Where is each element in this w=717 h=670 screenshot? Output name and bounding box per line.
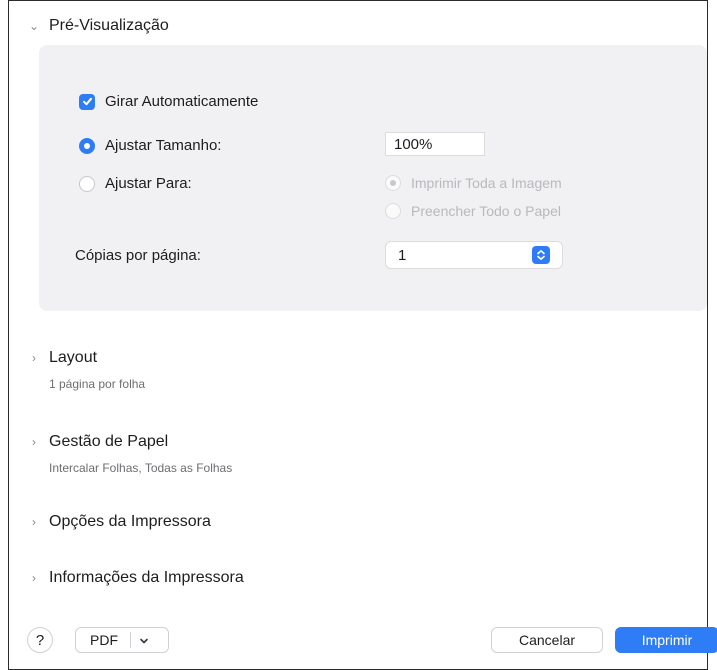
section-header-layout[interactable]: › Layout (27, 349, 97, 367)
section-subtitle-paper-handling: Intercalar Folhas, Todas as Folhas (49, 461, 233, 475)
radio-disabled-icon (385, 203, 401, 219)
radio-unselected-icon (79, 175, 95, 192)
chevron-down-icon (139, 632, 149, 648)
copies-per-page-label: Cópias por página: (75, 247, 201, 264)
scale-percent-input[interactable]: 100% (385, 132, 485, 156)
section-title-layout: Layout (49, 349, 98, 366)
checkmark-icon (79, 93, 95, 110)
chevron-right-icon: › (32, 435, 36, 449)
auto-rotate-label: Girar Automaticamente (105, 93, 259, 110)
section-title-printer-options: Opções da Impressora (49, 513, 211, 530)
section-title-paper-handling: Gestão de Papel (49, 433, 169, 450)
section-header-preview[interactable]: ⌄ Pré-Visualização (27, 17, 169, 35)
print-dialog: ⌄ Pré-Visualização Girar Automaticamente… (8, 0, 717, 670)
radio-selected-icon (79, 137, 95, 154)
chevron-down-icon: ⌄ (28, 19, 40, 33)
pdf-menu-button[interactable]: PDF (75, 627, 169, 653)
print-button[interactable]: Imprimir (615, 627, 717, 653)
copies-per-page-select[interactable]: 1 (385, 241, 563, 269)
divider (130, 632, 131, 648)
print-entire-image-label: Imprimir Toda a Imagem (411, 175, 562, 191)
print-entire-image-radio[interactable]: Imprimir Toda a Imagem (385, 175, 562, 191)
section-header-printer-options[interactable]: › Opções da Impressora (27, 513, 211, 531)
fit-to-label: Ajustar Para: (105, 175, 192, 192)
fit-size-label: Ajustar Tamanho: (105, 137, 222, 154)
chevron-right-icon: › (32, 351, 36, 365)
fit-size-radio[interactable]: Ajustar Tamanho: (79, 137, 221, 154)
section-title-printer-info: Informações da Impressora (49, 569, 244, 586)
auto-rotate-checkbox[interactable]: Girar Automaticamente (79, 93, 258, 110)
chevron-right-icon: › (32, 571, 36, 585)
chevron-right-icon: › (32, 515, 36, 529)
radio-disabled-selected-icon (385, 175, 401, 191)
section-subtitle-layout: 1 página por folha (49, 377, 146, 391)
fit-to-radio[interactable]: Ajustar Para: (79, 175, 192, 192)
section-title-preview: Pré-Visualização (49, 17, 169, 34)
help-button[interactable]: ? (27, 627, 53, 653)
pdf-label: PDF (90, 632, 118, 648)
copies-per-page-value: 1 (398, 246, 407, 264)
fill-entire-paper-label: Preencher Todo o Papel (411, 203, 561, 219)
fill-entire-paper-radio[interactable]: Preencher Todo o Papel (385, 203, 561, 219)
section-header-paper-handling[interactable]: › Gestão de Papel (27, 433, 168, 451)
section-header-printer-info[interactable]: › Informações da Impressora (27, 569, 244, 587)
up-down-chevron-icon (532, 246, 550, 264)
cancel-button[interactable]: Cancelar (491, 627, 603, 653)
